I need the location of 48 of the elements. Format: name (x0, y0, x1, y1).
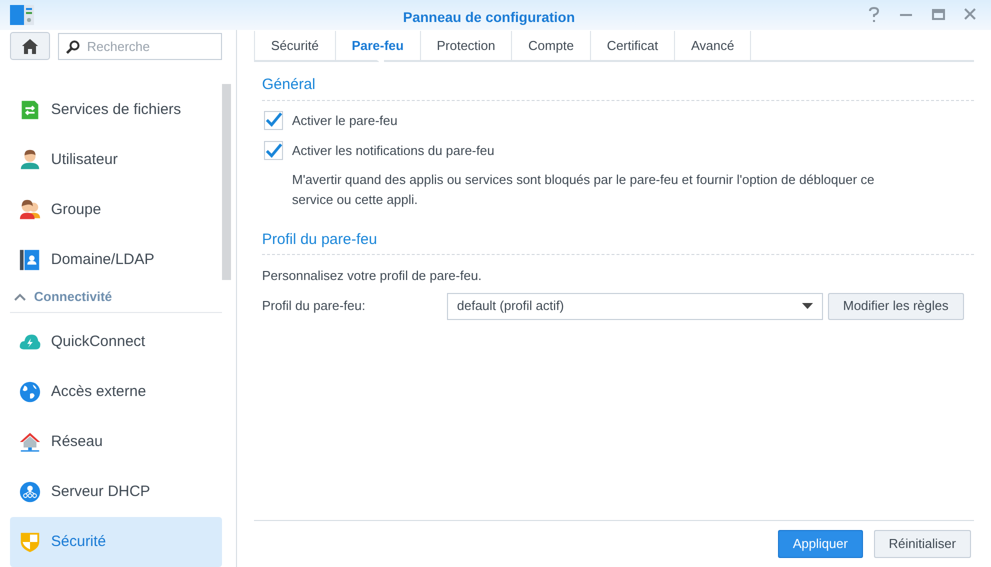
globe-icon (19, 381, 41, 403)
tab[interactable]: Pare-feu (336, 31, 421, 61)
scrollbar[interactable] (222, 84, 231, 280)
id-card-icon (19, 249, 41, 271)
field-label: Profil du pare-feu: (262, 297, 366, 316)
collapse-icon[interactable] (14, 292, 26, 300)
group-icon (19, 199, 41, 221)
search-icon (66, 40, 80, 54)
section-header: Connectivité (34, 288, 112, 306)
caret-icon (802, 303, 813, 309)
tab[interactable]: Protection (420, 31, 512, 61)
description-text: M'avertir quand des applis ou services sont bloqués par le pare-feu et fournir l'option de débloquer ce service ou cette appli. (292, 170, 876, 209)
tab[interactable]: Certificat (590, 31, 676, 61)
shield-icon (19, 531, 41, 553)
sidebar-item[interactable]: Sécurité (10, 517, 222, 567)
user-icon (19, 149, 41, 171)
home-icon (22, 38, 38, 54)
tab[interactable]: Compte (512, 31, 591, 61)
help-icon (867, 6, 881, 24)
house-icon (19, 431, 41, 453)
section-title: Général (262, 74, 974, 100)
sidebar-item[interactable]: Réseau (10, 417, 222, 467)
checkbox[interactable] (264, 141, 283, 160)
sidebar-item[interactable]: Serveur DHCP (10, 467, 222, 517)
window-title: Panneau de configuration (403, 8, 575, 27)
edit-rules-button[interactable]: Modifier les règles (828, 292, 964, 320)
section-title: Profil du pare-feu (262, 228, 974, 255)
description-text: Personnalisez votre profil de pare-feu. (262, 267, 483, 285)
reset-button[interactable]: Réinitialiser (874, 530, 971, 558)
profile-dropdown[interactable]: default (profil actif) (447, 292, 823, 320)
home-button[interactable] (10, 32, 50, 60)
tab[interactable]: Sécurité (254, 31, 336, 61)
search-field[interactable]: Recherche (58, 32, 222, 60)
network-node-icon (19, 481, 41, 503)
sidebar-item[interactable]: Services de fichiers (10, 85, 222, 135)
sidebar-item[interactable]: QuickConnect (10, 317, 222, 367)
tab[interactable]: Avancé (675, 31, 752, 61)
sidebar-item[interactable]: Accès externe (10, 367, 222, 417)
minimize-icon (900, 14, 912, 16)
sidebar-item[interactable]: Domaine/LDAP (10, 235, 222, 285)
file-arrows-icon (19, 99, 41, 121)
checkbox[interactable] (264, 110, 283, 130)
checkbox-label: Activer les notifications du pare-feu (292, 142, 494, 160)
checkbox-label: Activer le pare-feu (292, 112, 398, 130)
sidebar-item[interactable]: Groupe (10, 185, 222, 235)
help-button[interactable] (867, 6, 881, 24)
app-icon (10, 5, 34, 25)
sidebar-item[interactable]: Utilisateur (10, 135, 222, 185)
